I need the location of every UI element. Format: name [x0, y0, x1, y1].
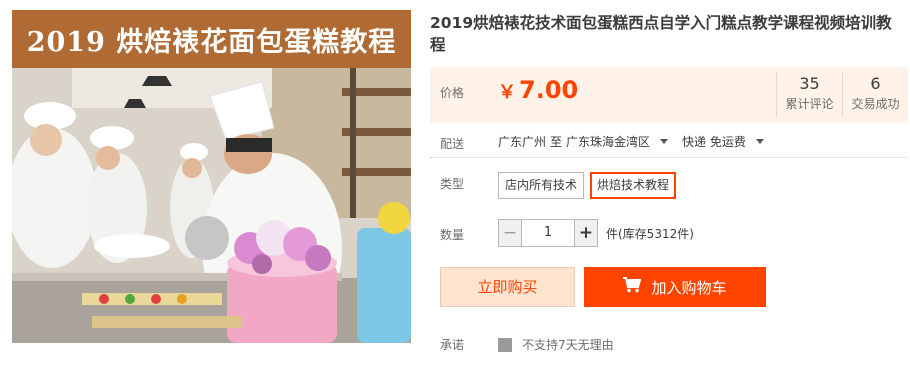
promise-text: 不支持7天无理由 [522, 338, 614, 352]
shipping-info: 广东广州 至 广东珠海金湾区 快递 免运费 [498, 133, 774, 150]
product-photo[interactable] [12, 68, 411, 343]
cart-icon [623, 277, 642, 297]
buy-now-button[interactable]: 立即购买 [440, 267, 575, 307]
review-label: 累计评论 [785, 97, 834, 111]
transaction-label: 交易成功 [851, 97, 900, 111]
currency-symbol: ￥ [498, 82, 516, 103]
check-icon [498, 338, 512, 352]
promise-label: 承诺 [440, 338, 465, 352]
quantity-decrease-button[interactable]: − [498, 219, 522, 247]
add-to-cart-button[interactable]: 加入购物车 [584, 267, 766, 307]
ship-destination-select[interactable]: 广东珠海金湾区 [566, 133, 650, 150]
price-panel: 价格 ￥ 7.00 35 累计评论 6 交易成功 [430, 67, 908, 123]
price-amount: 7.00 [519, 76, 579, 104]
ship-to-word: 至 [550, 135, 563, 149]
stat-transactions: 6 交易成功 [842, 73, 908, 117]
stat-reviews[interactable]: 35 累计评论 [776, 73, 842, 117]
price-label: 价格 [440, 86, 465, 100]
stock-text: 件(库存5312件) [606, 226, 694, 241]
divider [430, 157, 908, 158]
quantity-input[interactable]: 1 [522, 219, 574, 247]
chevron-down-icon[interactable] [660, 139, 669, 144]
type-label: 类型 [440, 177, 465, 191]
transaction-count: 6 [870, 74, 881, 93]
ship-method-select[interactable]: 快递 免运费 [682, 133, 746, 150]
shipping-label: 配送 [440, 137, 465, 151]
product-gallery[interactable]: 2019 烘焙裱花面包蛋糕教程 [12, 10, 411, 343]
type-option-all-tech[interactable]: 店内所有技术 [498, 172, 585, 199]
quantity-stepper: − 1 + 件(库存5312件) [498, 219, 694, 247]
quantity-increase-button[interactable]: + [574, 219, 598, 247]
type-options: 店内所有技术 烘焙技术教程 [498, 172, 677, 199]
price-value: ￥ 7.00 [498, 76, 578, 104]
banner-title: 2019 烘焙裱花面包蛋糕教程 [12, 10, 411, 68]
product-title: 2019烘焙裱花技术面包蛋糕西点自学入门糕点教学课程视频培训教程 [430, 14, 892, 54]
quantity-label: 数量 [440, 228, 465, 242]
chevron-down-icon[interactable] [755, 139, 764, 144]
sales-stats: 35 累计评论 6 交易成功 [776, 73, 908, 117]
product-info: 2019烘焙裱花技术面包蛋糕西点自学入门糕点教学课程视频培训教程 价格 ￥ 7.0… [430, 0, 910, 367]
ship-from: 广东广州 [498, 135, 547, 149]
type-option-baking-tutorial[interactable]: 烘焙技术教程 [590, 172, 677, 199]
add-to-cart-label: 加入购物车 [651, 278, 727, 297]
review-count: 35 [799, 74, 820, 93]
